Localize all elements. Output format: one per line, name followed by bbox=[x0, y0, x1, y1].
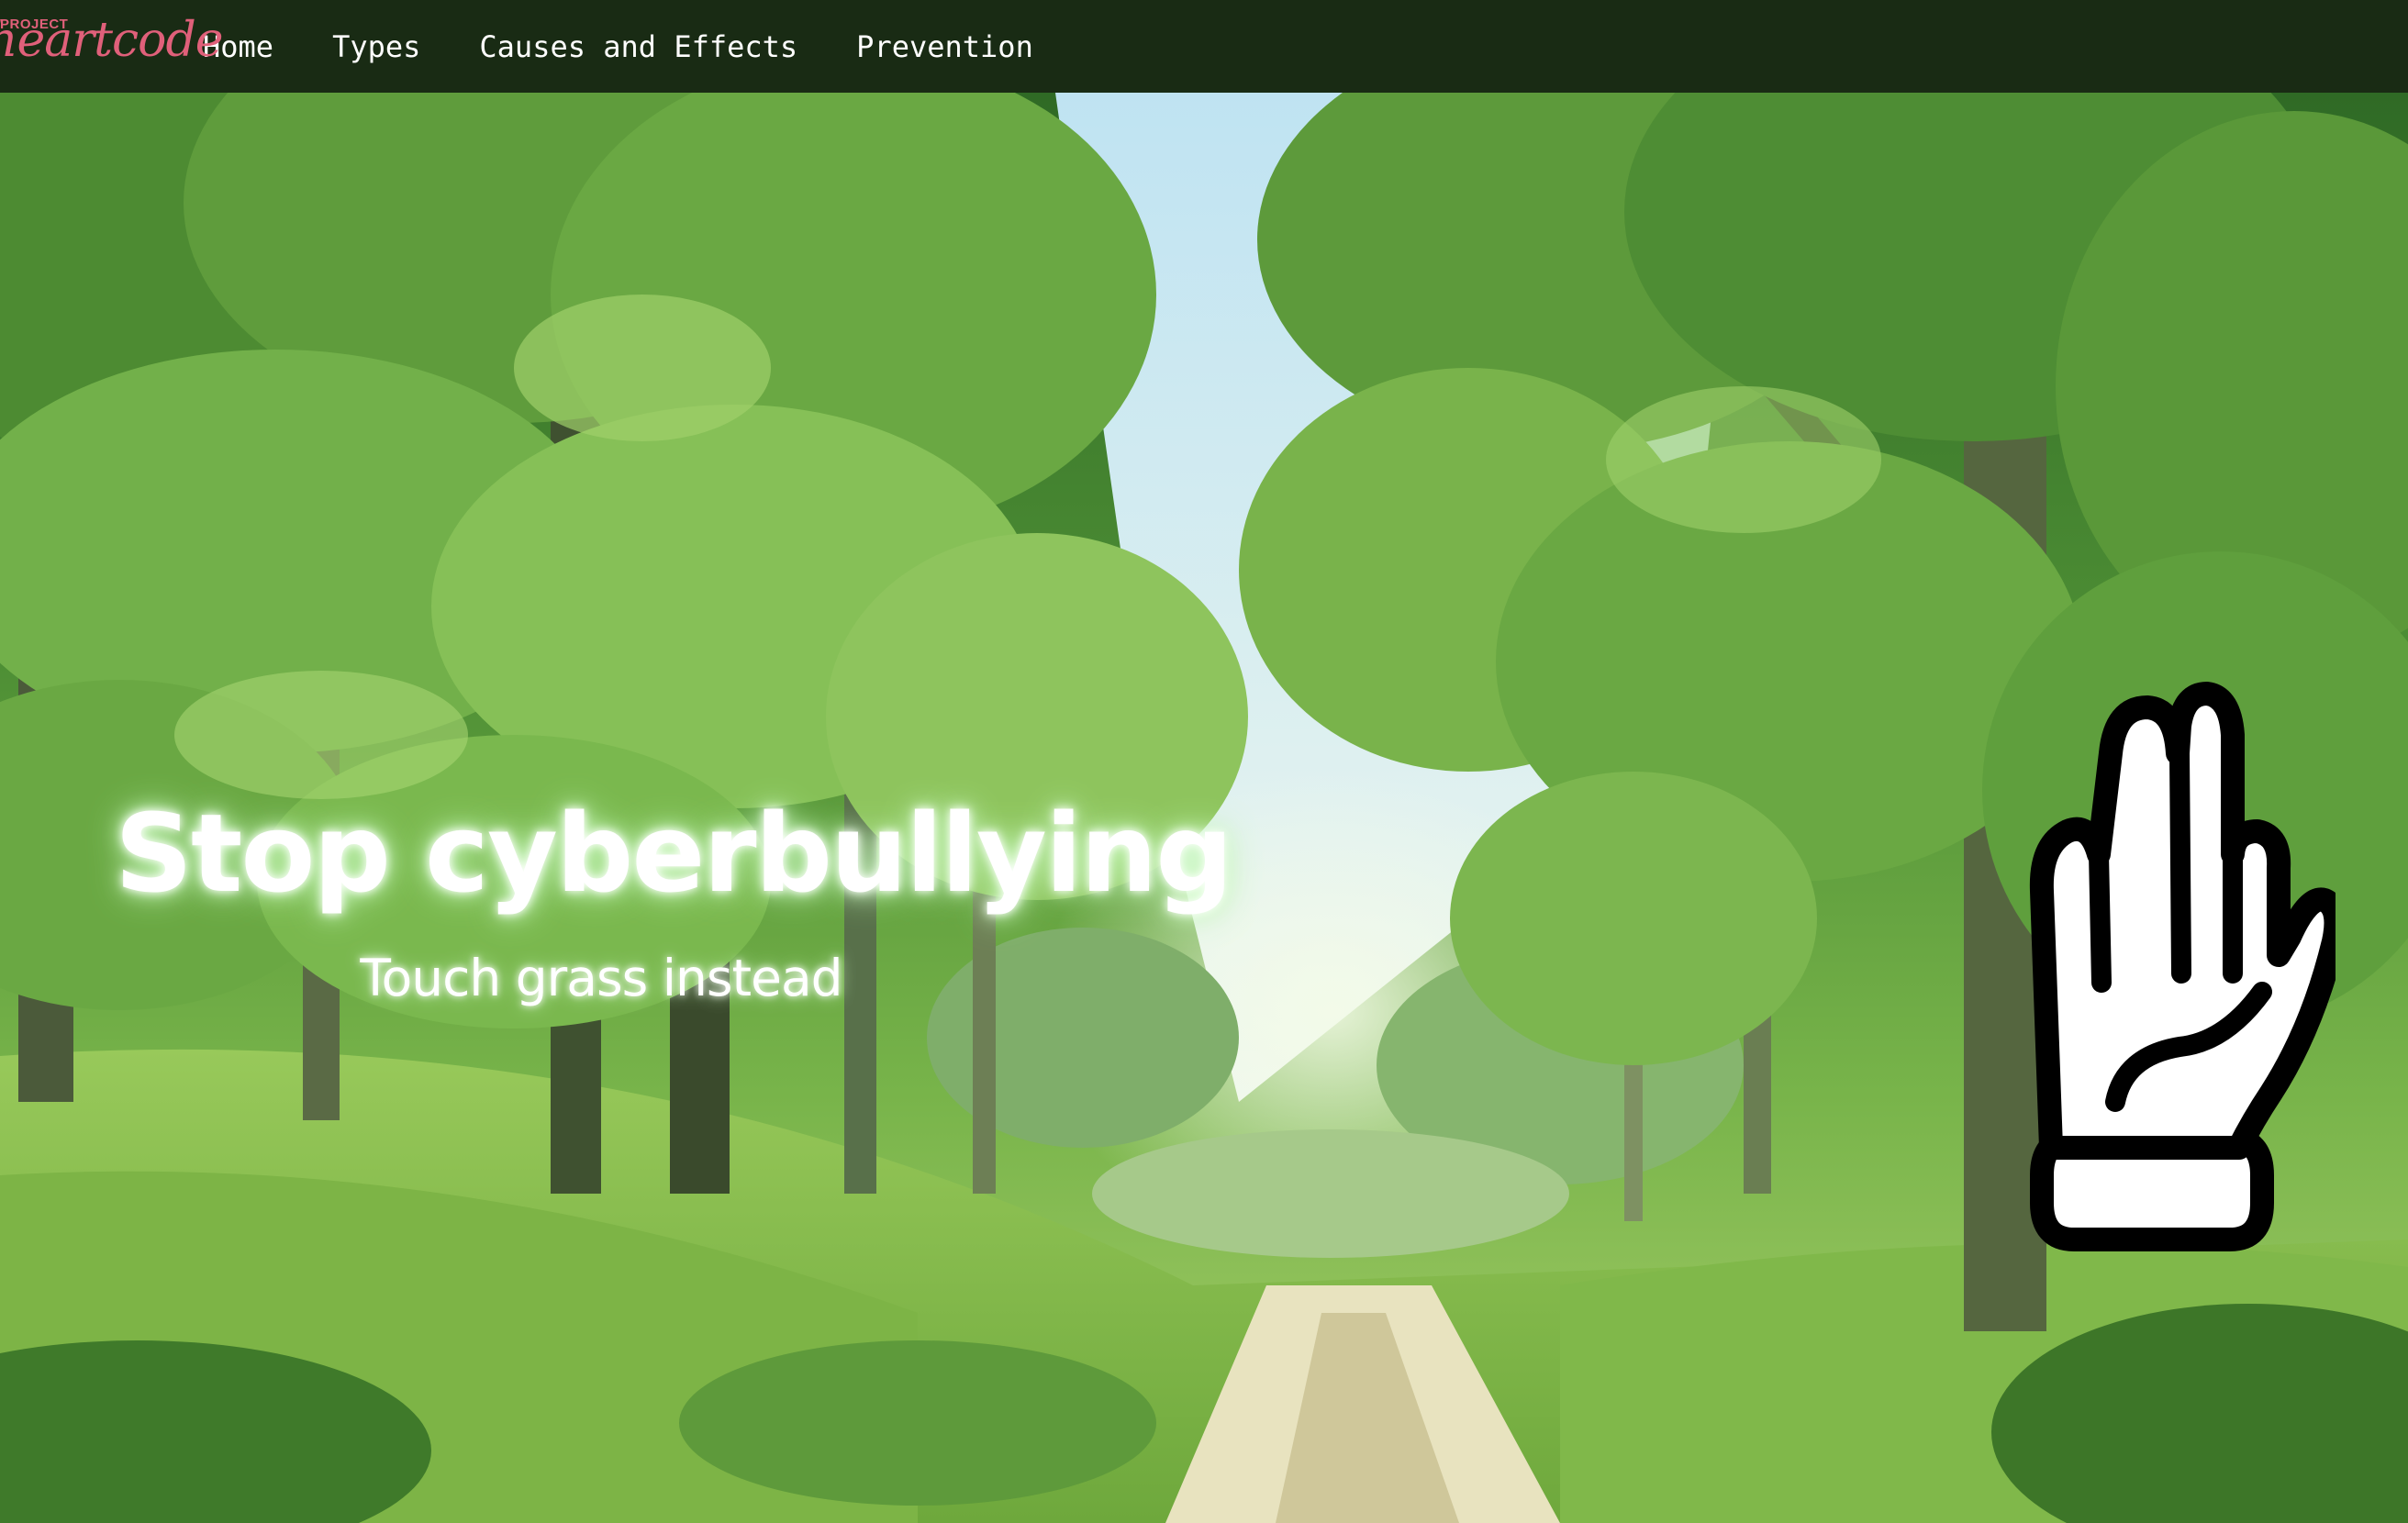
hero-title: Stop cyberbullying bbox=[115, 790, 1233, 917]
stop-hand-icon bbox=[2029, 682, 2336, 1251]
nav-link-causes-and-effects[interactable]: Causes and Effects bbox=[479, 29, 797, 64]
nav-link-types[interactable]: Types bbox=[332, 29, 420, 64]
top-navbar: PROJECT heartcode Home Types Causes and … bbox=[0, 0, 2408, 93]
nav-links: Home Types Causes and Effects Prevention bbox=[203, 29, 1092, 64]
logo-main-text: heartcode bbox=[0, 13, 224, 68]
project-heartcode-logo[interactable]: PROJECT heartcode bbox=[0, 0, 224, 93]
hero-subtitle: Touch grass instead bbox=[360, 949, 842, 1007]
nav-link-prevention[interactable]: Prevention bbox=[856, 29, 1033, 64]
hero-section: Stop cyberbullying Touch grass instead bbox=[0, 93, 2408, 1523]
